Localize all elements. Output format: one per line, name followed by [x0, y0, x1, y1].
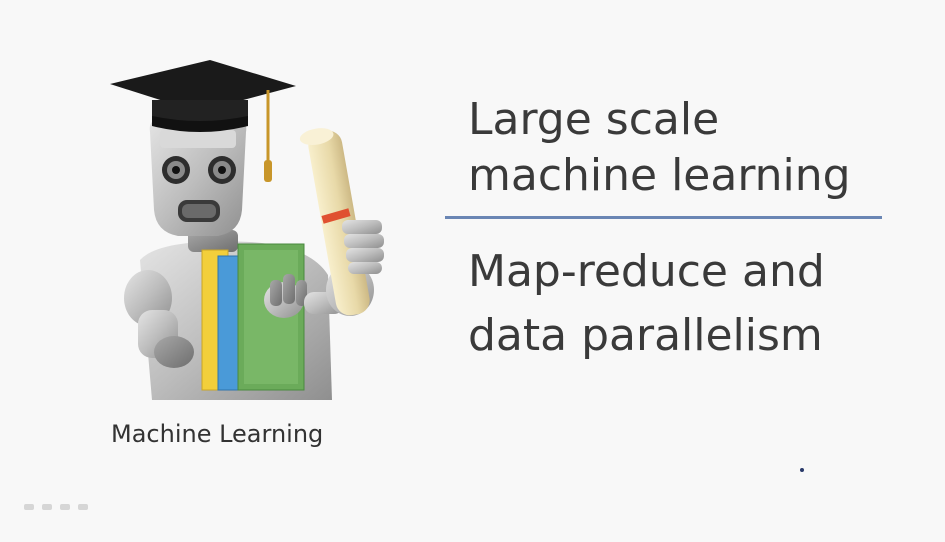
control-icon[interactable]: [24, 504, 34, 510]
title-divider: [445, 216, 882, 219]
pointer-cursor-icon: [800, 468, 804, 472]
lecture-slide: Machine Learning Large scale machine lea…: [0, 0, 945, 542]
player-controls[interactable]: [24, 504, 88, 510]
subtitle-line: data parallelism: [468, 310, 823, 361]
course-caption: Machine Learning: [111, 420, 324, 448]
slide-title: Large scale machine learning: [468, 92, 908, 204]
robot-graduate-icon: [110, 60, 384, 400]
subtitle-line: Map-reduce and: [468, 246, 825, 297]
title-line: machine learning: [468, 150, 851, 201]
control-icon[interactable]: [42, 504, 52, 510]
control-icon[interactable]: [60, 504, 70, 510]
slide-subtitle: Map-reduce and data parallelism: [468, 240, 908, 368]
control-icon[interactable]: [78, 504, 88, 510]
title-line: Large scale: [468, 94, 720, 145]
